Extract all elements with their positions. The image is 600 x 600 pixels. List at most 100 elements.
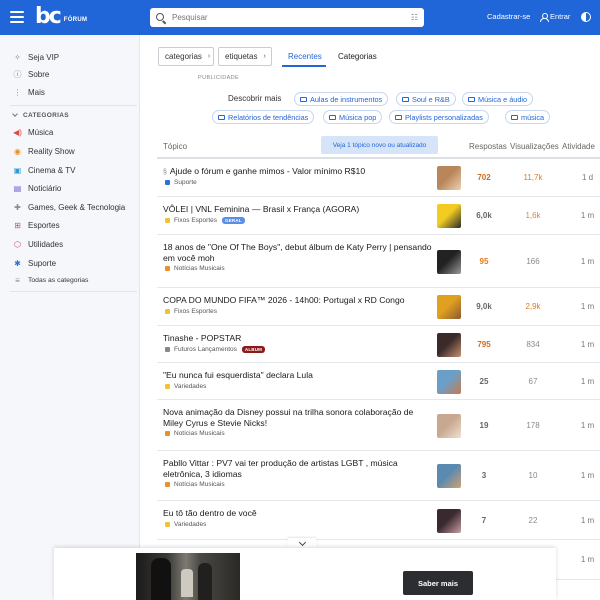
search-bar[interactable]: ☷ [150, 8, 424, 27]
login-button[interactable]: Entrar [540, 12, 570, 22]
categories-dropdown[interactable]: categorias › [158, 47, 214, 66]
topic-tag-badge[interactable]: GERAL [222, 217, 245, 224]
topic-row[interactable]: "Eu nunca fui esquerdista" declara Lula V… [157, 363, 600, 400]
topic-title[interactable]: Eu tô tão dentro de você [163, 508, 433, 519]
topic-replies[interactable]: 25 [469, 377, 499, 386]
topic-category[interactable]: Notícias Musicais [165, 265, 225, 272]
sidebar-item-seja-vip[interactable]: ✧ Seja VIP [13, 50, 59, 64]
topic-activity[interactable]: 1 m [575, 555, 600, 564]
topic-activity[interactable]: 1 m [575, 340, 600, 349]
topic-category[interactable]: Notícias Musicais [165, 481, 225, 488]
column-header-activity[interactable]: Atividade [562, 142, 595, 151]
topic-activity[interactable]: 1 m [575, 257, 600, 266]
topic-category[interactable]: Suporte [165, 179, 197, 186]
shield-icon: ⬡ [14, 239, 21, 249]
poster-avatar[interactable] [437, 508, 461, 533]
topic-replies[interactable]: 9,0k [469, 302, 499, 311]
topic-activity[interactable]: 1 m [575, 421, 600, 430]
column-header-topic[interactable]: Tópico [163, 142, 187, 151]
topic-replies[interactable]: 19 [469, 421, 499, 430]
topic-title[interactable]: 18 anos de "One Of The Boys", debut álbu… [163, 242, 433, 264]
topic-row[interactable]: Eu tô tão dentro de você Variedades 7 22 1 m [157, 501, 600, 540]
sidebar-item-games[interactable]: ✚ Games, Geek & Tecnologia [13, 200, 125, 214]
topic-activity[interactable]: 1 m [575, 471, 600, 480]
sidebar-item-sobre[interactable]: ⓘ Sobre [13, 67, 50, 81]
sidebar-item-musica[interactable]: ◀) Música [13, 125, 53, 139]
topic-row[interactable]: Tinashe - POPSTAR Futuros Lançamentos ALBU… [157, 326, 600, 363]
site-logo[interactable]: bc FÓRUM [35, 5, 87, 29]
topic-title[interactable]: Nova animação da Disney possui na trilha… [163, 407, 433, 429]
topic-title[interactable]: Pabllo Vittar : PV7 vai ter produção de … [163, 458, 433, 480]
poster-avatar[interactable] [437, 295, 461, 319]
sidebar-item-label: Utilidades [28, 239, 64, 249]
poster-avatar[interactable] [437, 369, 461, 394]
new-topic-button[interactable]: Veja 1 tópico novo ou atualizado [321, 136, 438, 154]
topic-activity[interactable]: 1 m [575, 302, 600, 311]
sidebar-item-cinema-tv[interactable]: ▣ Cinema & TV [13, 163, 76, 177]
tags-dropdown[interactable]: etiquetas › [218, 47, 272, 66]
topic-title[interactable]: "Eu nunca fui esquerdista" declara Lula [163, 370, 433, 381]
sidebar-item-esportes[interactable]: ⊞ Esportes [13, 218, 59, 232]
topic-row[interactable]: VÔLEI | VNL Feminina — Brasil x França (… [157, 197, 600, 235]
sidebar-item-all-categories[interactable]: ≡ Todas as categorias [13, 273, 88, 287]
hamburger-menu-icon[interactable] [10, 11, 24, 23]
poster-avatar[interactable] [437, 464, 461, 488]
chip-musica-pop[interactable]: Música pop [323, 110, 383, 124]
topic-tag-badge[interactable]: ALBUM [241, 346, 266, 353]
topic-category[interactable]: Variedades [165, 383, 206, 390]
sidebar-item-utilidades[interactable]: ⬡ Utilidades [13, 237, 63, 251]
sidebar-item-suporte[interactable]: ✱ Suporte [13, 256, 56, 270]
topic-category[interactable]: Variedades [165, 521, 206, 528]
filter-icon[interactable]: ☷ [411, 13, 418, 22]
chip-musica-audio[interactable]: Música e áudio [462, 92, 534, 106]
topic-row[interactable]: Pabllo Vittar : PV7 vai ter produção de … [157, 451, 600, 501]
poster-avatar[interactable] [437, 332, 461, 357]
topic-replies[interactable]: 6,0k [469, 211, 499, 220]
topic-activity[interactable]: 1 d [575, 173, 600, 182]
column-header-replies[interactable]: Respostas [469, 142, 507, 151]
topic-replies[interactable]: 7 [469, 516, 499, 525]
topic-category[interactable]: Notícias Musicais [165, 430, 225, 437]
chip-aulas-instrumentos[interactable]: Aulas de instrumentos [294, 92, 389, 106]
topic-title[interactable]: § Ajude o fórum e ganhe mimos - Valor mín… [163, 166, 433, 178]
chip-relatorios-tendencias[interactable]: Relatórios de tendências [212, 110, 315, 124]
topic-row[interactable]: COPA DO MUNDO FIFA™ 2026 - 14h00: Portug… [157, 288, 600, 326]
search-input[interactable] [172, 13, 411, 22]
topic-activity[interactable]: 1 m [575, 211, 600, 220]
sidebar-item-reality-show[interactable]: ◉ Reality Show [13, 144, 75, 158]
tab-categorias[interactable]: Categorias [338, 52, 377, 61]
topic-category[interactable]: Futuros Lançamentos ALBUM [165, 346, 266, 353]
ad-banner[interactable]: Saber mais [54, 548, 556, 600]
sidebar-item-mais[interactable]: ⋮ Mais [13, 85, 45, 99]
topic-row[interactable]: § Ajude o fórum e ganhe mimos - Valor mín… [157, 159, 600, 197]
signup-button[interactable]: Cadastrar-se [487, 12, 530, 21]
chip-musica[interactable]: música [505, 110, 551, 124]
topic-replies[interactable]: 95 [469, 257, 499, 266]
topic-activity[interactable]: 1 m [575, 516, 600, 525]
ad-image[interactable] [136, 553, 240, 600]
column-header-views[interactable]: Visualizações [510, 142, 559, 151]
topic-title[interactable]: VÔLEI | VNL Feminina — Brasil x França (… [163, 204, 433, 215]
ad-learn-more-button[interactable]: Saber mais [403, 571, 473, 595]
poster-avatar[interactable] [437, 413, 461, 438]
tab-recentes[interactable]: Recentes [288, 52, 322, 61]
topic-replies[interactable]: 795 [469, 340, 499, 349]
chip-soul-rb[interactable]: Soul e R&B [396, 92, 456, 106]
topic-title[interactable]: COPA DO MUNDO FIFA™ 2026 - 14h00: Portug… [163, 295, 433, 306]
sidebar-divider [10, 291, 137, 292]
poster-avatar[interactable] [437, 249, 461, 274]
topic-row[interactable]: 18 anos de "One Of The Boys", debut álbu… [157, 235, 600, 288]
topic-replies[interactable]: 702 [469, 173, 499, 182]
poster-avatar[interactable] [437, 166, 461, 190]
poster-avatar[interactable] [437, 204, 461, 228]
sidebar-item-noticiario[interactable]: ▤ Noticiário [13, 181, 62, 195]
theme-toggle-icon[interactable] [581, 12, 591, 22]
topic-title[interactable]: Tinashe - POPSTAR [163, 333, 433, 344]
topic-category[interactable]: Fixos Esportes [165, 308, 217, 315]
chip-playlists[interactable]: Playlists personalizadas [389, 110, 489, 124]
topic-row[interactable]: Nova animação da Disney possui na trilha… [157, 400, 600, 451]
topic-activity[interactable]: 1 m [575, 377, 600, 386]
topic-category[interactable]: Fixos Esportes GERAL [165, 217, 245, 224]
sidebar-section-categorias[interactable]: CATEGORIAS [12, 111, 69, 119]
topic-replies[interactable]: 3 [469, 471, 499, 480]
